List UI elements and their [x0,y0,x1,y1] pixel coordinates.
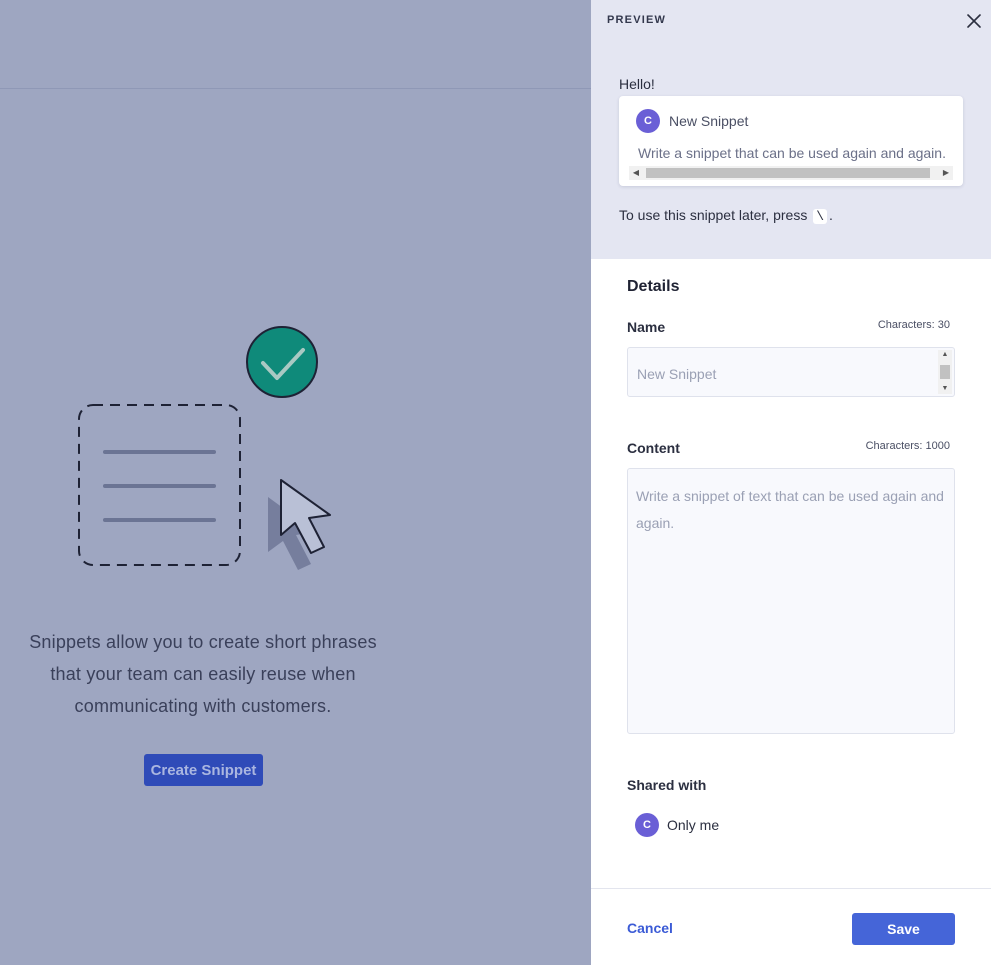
name-field[interactable]: New Snippet ▲ ▼ [627,347,955,397]
check-circle-icon [246,326,318,398]
details-heading: Details [627,278,680,295]
header-divider [0,88,591,89]
empty-state-backdrop: Snippets allow you to create short phras… [0,0,591,965]
name-char-count: Characters: 30 [877,319,950,331]
content-char-count: Characters: 1000 [865,440,950,452]
footer-divider [591,888,991,889]
name-label: Name [627,319,666,335]
avatar: C [636,109,660,133]
scroll-down-icon[interactable]: ▼ [938,384,952,394]
horizontal-scrollbar[interactable]: ◀ ▶ [629,166,953,180]
snippet-card-title: New Snippet [669,113,749,129]
usage-hint: To use this snippet later, press \. [619,207,833,224]
close-icon[interactable] [965,12,983,30]
content-label: Content [627,440,680,456]
empty-state-description: Snippets allow you to create short phras… [0,626,406,722]
avatar: C [635,813,659,837]
usage-hint-end: . [829,207,833,223]
save-button[interactable]: Save [852,913,955,945]
scroll-up-icon[interactable]: ▲ [938,350,952,360]
snippet-editor-panel: PREVIEW Hello! C New Snippet Write a sni… [591,0,991,965]
empty-text-line: communicating with customers. [74,696,332,716]
preview-label: PREVIEW [607,14,667,26]
scrollbar-thumb[interactable] [940,365,950,379]
create-snippet-button[interactable]: Create Snippet [144,754,263,786]
shared-with-label: Shared with [627,777,707,793]
name-placeholder: New Snippet [637,366,717,382]
shared-with-value[interactable]: Only me [667,817,719,833]
vertical-scrollbar[interactable]: ▲ ▼ [938,350,952,394]
scrollbar-thumb[interactable] [646,168,930,178]
snippet-preview-card: C New Snippet Write a snippet that can b… [619,96,963,186]
content-field[interactable]: Write a snippet of text that can be used… [627,468,955,734]
preview-greeting: Hello! [619,76,655,92]
preview-section: PREVIEW Hello! C New Snippet Write a sni… [591,0,991,259]
scroll-left-icon[interactable]: ◀ [631,168,641,178]
cursor-icon [268,479,331,570]
scroll-right-icon[interactable]: ▶ [941,168,951,178]
document-icon [78,404,241,566]
empty-text-line: Snippets allow you to create short phras… [29,632,377,652]
snippet-illustration [78,326,331,570]
usage-hint-text: To use this snippet later, press [619,207,808,223]
empty-text-line: that your team can easily reuse when [50,664,356,684]
cancel-button[interactable]: Cancel [627,920,673,936]
snippet-card-content: Write a snippet that can be used again a… [638,145,946,161]
shortcut-key: \ [813,209,828,224]
